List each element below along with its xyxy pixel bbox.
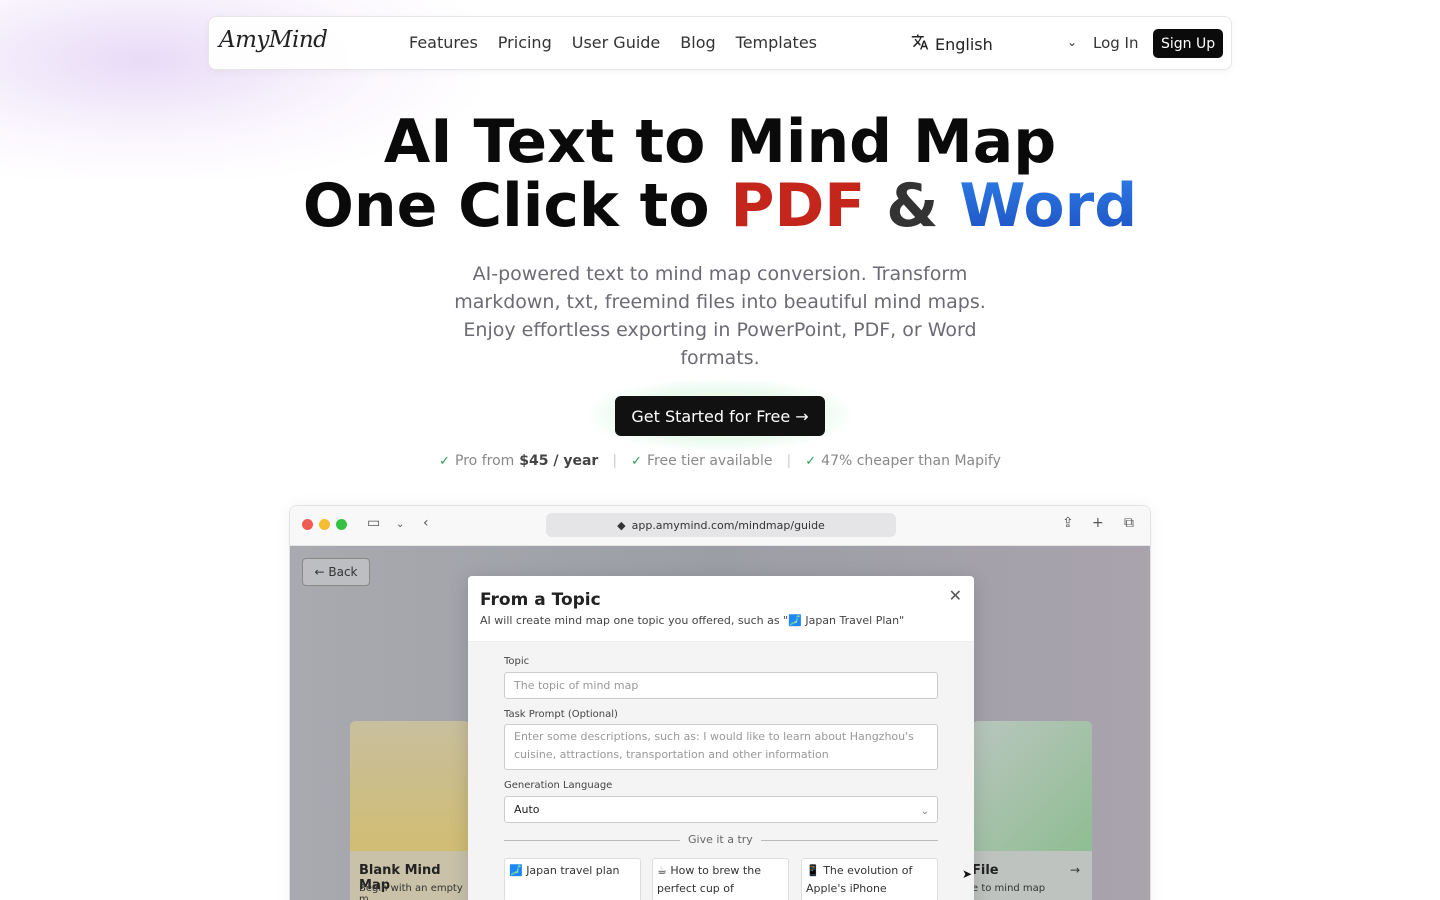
blank-mind-map-card: Blank Mind Map Begin with an empty m [350, 721, 470, 900]
hero-title-line2: One Click to PDF & Word [0, 174, 1440, 238]
maximize-window-dot [336, 519, 347, 530]
check-icon: ✓ [631, 453, 642, 469]
hero-title-line1: AI Text to Mind Map [383, 107, 1057, 177]
topic-input: The topic of mind map [504, 672, 938, 699]
hero-word-word: Word [959, 171, 1138, 241]
share-icon: ⇪ [1062, 515, 1074, 531]
perk-pro-amount: $45 / year [519, 453, 599, 469]
perk-separator: | [612, 453, 618, 469]
language-value: English [935, 34, 993, 54]
nav-links: Features Pricing User Guide Blog Templat… [409, 33, 817, 52]
suggestion-card: 📱 The evolution of Apple's iPhone [801, 858, 938, 900]
hero-line2-prefix: One Click to [302, 171, 731, 241]
sidebar-icon: ▭ [367, 515, 381, 531]
back-arrow-icon: ‹ [423, 515, 429, 531]
card-desc: e to mind map [972, 883, 1046, 894]
arrow-right-icon: → [1069, 863, 1080, 877]
check-icon: ✓ [805, 453, 817, 469]
url-bar: ◆ app.amymind.com/mindmap/guide [546, 513, 896, 537]
check-icon: ✓ [439, 453, 451, 469]
hero-pdf-word: PDF [730, 171, 866, 241]
hero-ampersand: & [865, 171, 960, 241]
language-select[interactable]: English ⌄ [911, 31, 1081, 57]
top-navbar: AmyMind Features Pricing User Guide Blog… [208, 16, 1232, 70]
perk-cheaper: ✓ 47% cheaper than Mapify [805, 453, 1001, 469]
chevron-down-icon: ⌄ [920, 806, 929, 817]
card-desc: Begin with an empty m [359, 883, 463, 900]
translate-icon [911, 33, 929, 55]
task-prompt-input: Enter some descriptions, such as: I woul… [504, 724, 938, 770]
signup-button[interactable]: Sign Up [1153, 29, 1224, 58]
nav-link-templates[interactable]: Templates [736, 33, 817, 52]
modal-title: From a Topic [480, 590, 601, 610]
nav-link-user-guide[interactable]: User Guide [572, 33, 661, 52]
perk-pro-price: ✓ Pro from $45 / year [439, 453, 598, 469]
login-link[interactable]: Log In [1093, 34, 1139, 52]
suggestion-card: ☕ How to brew the perfect cup of espress… [652, 858, 789, 900]
modal-desc: AI will create mind map one topic you of… [480, 614, 905, 627]
browser-mockup: ▭ ⌄ ‹ ◆ app.amymind.com/mindmap/guide ⇪ … [289, 505, 1151, 900]
from-topic-modal: From a Topic AI will create mind map one… [468, 576, 974, 900]
logo[interactable]: AmyMind [219, 27, 328, 53]
hero-subtitle: AI-powered text to mind map conversion. … [454, 263, 986, 369]
file-card: File e to mind map → [972, 721, 1092, 900]
tabs-overview-icon: ⧉ [1124, 515, 1134, 531]
url-text: app.amymind.com/mindmap/guide [631, 518, 825, 532]
modal-body: Topic The topic of mind map Task Prompt … [468, 642, 974, 900]
card-title: File [972, 863, 999, 878]
perk-separator: | [786, 453, 792, 469]
perk-free-text: Free tier available [646, 453, 773, 469]
perk-cheaper-text: 47% cheaper than Mapify [821, 453, 1001, 469]
browser-chrome: ▭ ⌄ ‹ ◆ app.amymind.com/mindmap/guide ⇪ … [290, 506, 1150, 546]
divider-text: Give it a try [680, 833, 761, 846]
chevron-down-icon: ⌄ [396, 519, 405, 530]
mouse-cursor-icon: ➤ [962, 867, 973, 881]
generation-language-label: Generation Language [504, 780, 613, 791]
browser-viewport: ← Back Blank Mind Map Begin with an empt… [290, 546, 1150, 900]
perk-free-tier: ✓ Free tier available [631, 453, 772, 469]
topic-label: Topic [504, 656, 530, 667]
chevron-down-icon: ⌄ [1066, 35, 1077, 49]
card-illustration [972, 721, 1092, 851]
modal-header: From a Topic AI will create mind map one… [468, 576, 974, 642]
perk-pro-prefix: Pro from [455, 453, 515, 469]
generation-language-select: Auto ⌄ [504, 796, 938, 823]
task-prompt-label: Task Prompt (Optional) [504, 709, 618, 720]
get-started-button[interactable]: Get Started for Free → [615, 396, 825, 436]
new-tab-icon: + [1092, 515, 1104, 531]
back-button: ← Back [302, 558, 370, 586]
generation-language-value: Auto [514, 803, 540, 816]
minimize-window-dot [319, 519, 330, 530]
card-illustration [350, 721, 470, 851]
nav-link-features[interactable]: Features [409, 33, 478, 52]
nav-link-blog[interactable]: Blog [680, 33, 715, 52]
suggestion-card: 🗾 Japan travel plan [504, 858, 641, 900]
perks-row: ✓ Pro from $45 / year | ✓ Free tier avai… [0, 453, 1440, 469]
site-favicon-icon: ◆ [617, 518, 626, 532]
nav-link-pricing[interactable]: Pricing [498, 33, 552, 52]
close-icon: ✕ [948, 586, 962, 605]
close-window-dot [302, 519, 313, 530]
